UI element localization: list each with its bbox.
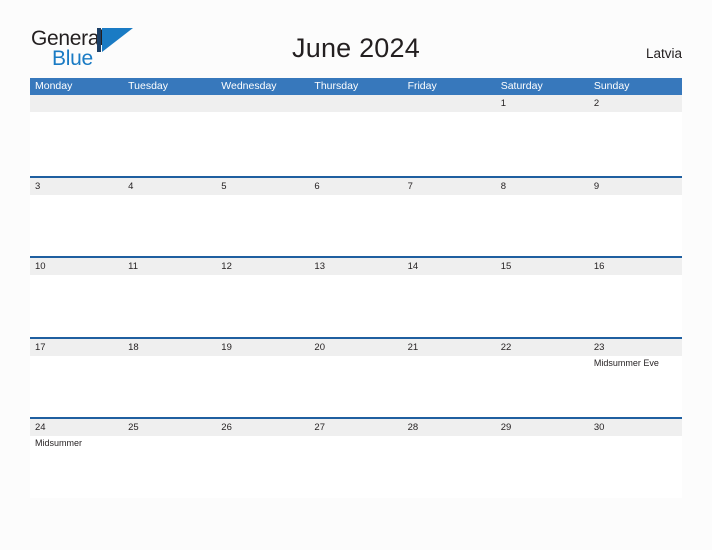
calendar-week-row: 17 18 19 20 21 22 23 Midsummer Eve bbox=[30, 336, 682, 418]
day-event-label: Midsummer bbox=[35, 438, 83, 448]
day-number: 6 bbox=[314, 180, 320, 192]
day-cell[interactable]: 14 bbox=[403, 258, 496, 337]
day-cell[interactable]: 29 bbox=[496, 419, 589, 498]
day-number: 1 bbox=[500, 98, 506, 109]
day-cell[interactable]: 21 bbox=[403, 339, 496, 418]
day-number: 7 bbox=[407, 180, 413, 192]
day-cell[interactable]: 25 bbox=[123, 419, 216, 498]
calendar-week-row: 24 Midsummer 25 26 27 28 29 30 bbox=[30, 417, 682, 498]
day-cell[interactable]: 7 bbox=[403, 178, 496, 257]
calendar-grid: Monday Tuesday Wednesday Thursday Friday… bbox=[30, 78, 682, 498]
day-cell[interactable]: 15 bbox=[496, 258, 589, 337]
country-label: Latvia bbox=[645, 46, 682, 61]
weekday-header-saturday: Saturday bbox=[500, 80, 543, 92]
day-number: 4 bbox=[128, 180, 134, 192]
day-cell[interactable]: 17 bbox=[30, 339, 123, 418]
day-cell[interactable]: 11 bbox=[123, 258, 216, 337]
day-cell[interactable]: 22 bbox=[496, 339, 589, 418]
day-number: 22 bbox=[500, 341, 512, 353]
day-number: 12 bbox=[221, 261, 232, 272]
calendar-week-list: 1 2 3 4 5 6 7 8 9 10 11 12 13 14 15 16 17 18 19 20 21 22 23 Mid… bbox=[30, 95, 682, 498]
calendar-week-row: 12 bbox=[30, 95, 682, 176]
day-cell-empty bbox=[309, 95, 402, 174]
weekday-header-monday: Monday bbox=[35, 80, 73, 92]
day-number: 21 bbox=[407, 341, 419, 353]
week-day-cells: 3 4 5 6 7 8 9 bbox=[30, 178, 682, 257]
day-cell[interactable]: 30 bbox=[589, 419, 682, 498]
week-day-cells: 10 11 12 13 14 15 16 bbox=[30, 258, 682, 337]
day-number: 18 bbox=[128, 341, 139, 353]
day-cell[interactable]: 28 bbox=[403, 419, 496, 498]
day-cell[interactable]: 3 bbox=[30, 178, 123, 257]
day-event-list: Midsummer Eve bbox=[594, 356, 682, 369]
calendar-week-row: 3 4 5 6 7 8 9 bbox=[30, 175, 682, 257]
day-number: 30 bbox=[593, 422, 605, 433]
day-number: 3 bbox=[35, 180, 41, 192]
day-number: 29 bbox=[500, 422, 512, 433]
day-number: 11 bbox=[128, 261, 139, 272]
day-cell[interactable]: 5 bbox=[216, 178, 309, 257]
day-cell[interactable]: 2 bbox=[589, 95, 682, 174]
day-number: 13 bbox=[314, 261, 325, 272]
day-number: 15 bbox=[500, 261, 512, 272]
day-cell[interactable]: 6 bbox=[309, 178, 402, 257]
week-day-cells: 17 18 19 20 21 22 23 Midsummer Eve bbox=[30, 339, 682, 418]
day-cell[interactable]: 20 bbox=[309, 339, 402, 418]
week-day-cells: 24 Midsummer 25 26 27 28 29 30 bbox=[30, 419, 682, 498]
day-number: 27 bbox=[314, 422, 325, 433]
day-cell[interactable]: 19 bbox=[216, 339, 309, 418]
day-cell[interactable]: 1 bbox=[496, 95, 589, 174]
day-number: 24 bbox=[35, 422, 46, 433]
week-day-cells: 12 bbox=[30, 95, 682, 174]
day-number: 14 bbox=[407, 261, 419, 272]
day-cell[interactable]: 9 bbox=[589, 178, 682, 257]
weekday-header-row: Monday Tuesday Wednesday Thursday Friday… bbox=[30, 78, 682, 95]
day-cell-empty bbox=[403, 95, 496, 174]
weekday-header-sunday: Sunday bbox=[593, 80, 630, 92]
day-cell[interactable]: 4 bbox=[123, 178, 216, 257]
day-cell[interactable]: 10 bbox=[30, 258, 123, 337]
day-number: 19 bbox=[221, 341, 232, 353]
day-cell[interactable]: 26 bbox=[216, 419, 309, 498]
day-number: 9 bbox=[593, 180, 600, 192]
day-number: 5 bbox=[221, 180, 227, 192]
calendar-week-row: 10 11 12 13 14 15 16 bbox=[30, 256, 682, 337]
day-number: 16 bbox=[593, 261, 605, 272]
day-cell[interactable]: 8 bbox=[496, 178, 589, 257]
day-cell[interactable]: 12 bbox=[216, 258, 309, 337]
day-cell-empty bbox=[216, 95, 309, 174]
weekday-header-friday: Friday bbox=[407, 80, 437, 92]
day-number: 8 bbox=[500, 180, 506, 192]
day-cell[interactable]: 24 Midsummer bbox=[30, 419, 123, 498]
weekday-header-wednesday: Wednesday bbox=[221, 80, 277, 92]
day-number: 23 bbox=[593, 341, 605, 353]
day-cell[interactable]: 27 bbox=[309, 419, 402, 498]
day-number: 10 bbox=[35, 261, 46, 272]
weekday-header-thursday: Thursday bbox=[314, 80, 359, 92]
day-cell[interactable]: 13 bbox=[309, 258, 402, 337]
day-number: 20 bbox=[314, 341, 325, 353]
day-number: 26 bbox=[221, 422, 232, 433]
page-title: June 2024 bbox=[292, 33, 420, 63]
day-cell-empty bbox=[123, 95, 216, 174]
day-event-label: Midsummer Eve bbox=[593, 357, 659, 368]
day-event-list: Midsummer bbox=[35, 436, 123, 449]
day-cell[interactable]: 23 Midsummer Eve bbox=[589, 339, 682, 418]
day-cell[interactable]: 16 bbox=[589, 258, 682, 337]
day-number: 28 bbox=[407, 422, 419, 433]
weekday-header-tuesday: Tuesday bbox=[128, 80, 169, 92]
day-cell-empty bbox=[30, 95, 123, 174]
page-header: General Blue June 2024 Latvia bbox=[0, 0, 712, 78]
day-number: 2 bbox=[593, 98, 600, 109]
day-cell[interactable]: 18 bbox=[123, 339, 216, 418]
day-number: 17 bbox=[35, 341, 46, 353]
day-number: 25 bbox=[128, 422, 139, 433]
